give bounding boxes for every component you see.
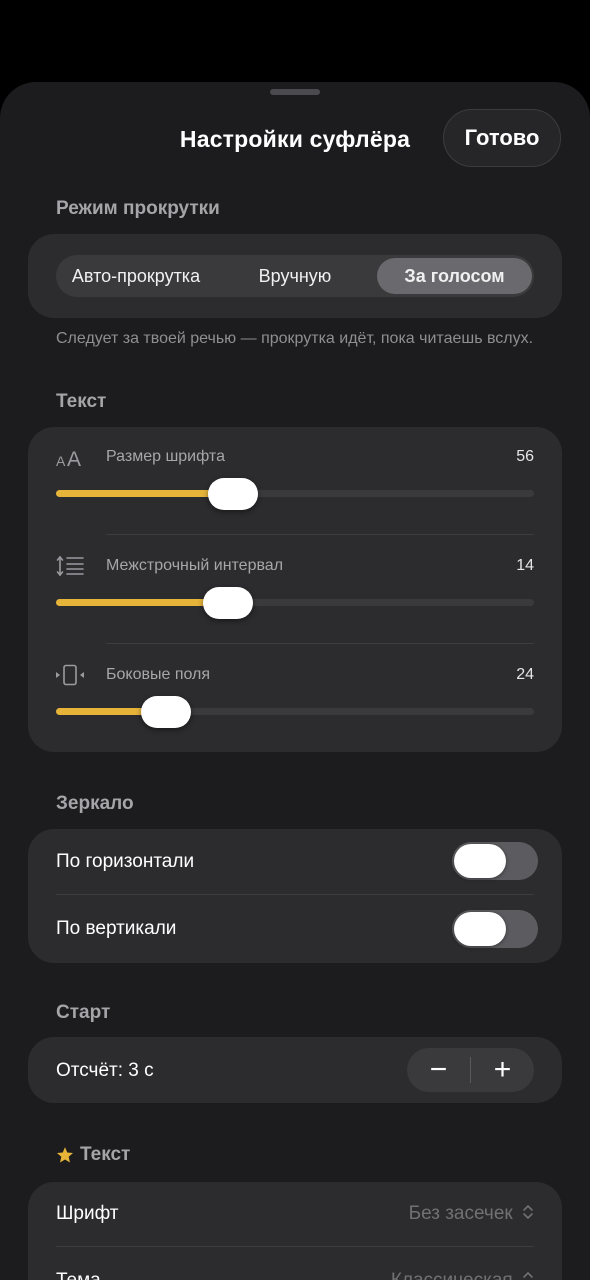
side-margins-icon: [56, 664, 84, 686]
svg-text:A: A: [67, 448, 81, 469]
scroll-mode-manual[interactable]: Вручную: [216, 255, 374, 297]
scroll-mode-segmented-control: Авто-прокрутка Вручную За голосом: [56, 255, 534, 297]
font-picker-value: Без засечек: [408, 1203, 513, 1224]
font-size-slider-fill: [56, 490, 233, 497]
mirror-vertical-label: По вертикали: [56, 918, 177, 939]
font-size-slider[interactable]: [56, 478, 534, 510]
divider: [56, 894, 534, 895]
divider: [56, 1246, 534, 1247]
margins-slider-thumb[interactable]: [140, 696, 191, 728]
text-settings-card: [28, 427, 562, 752]
theme-picker-value: Классическая: [391, 1270, 513, 1280]
text-header: Текст: [56, 391, 107, 412]
margins-label: Боковые поля: [106, 666, 211, 683]
font-size-label: Размер шрифта: [106, 448, 225, 465]
chevron-up-down-icon: [523, 1204, 533, 1220]
toggle-knob: [454, 912, 506, 946]
margins-value: 24: [516, 666, 534, 683]
line-spacing-icon: [56, 555, 84, 577]
done-button[interactable]: Готово: [443, 109, 561, 167]
font-picker-label: Шрифт: [56, 1203, 119, 1224]
countdown-label: Отсчёт: 3 с: [56, 1060, 154, 1081]
settings-sheet: Настройки суфлёра Готово Режим прокрутки…: [0, 82, 590, 1280]
line-spacing-slider[interactable]: [56, 587, 534, 619]
start-header: Старт: [56, 1002, 111, 1023]
mirror-header: Зеркало: [56, 793, 134, 814]
chevron-up-down-icon: [523, 1271, 533, 1278]
font-picker[interactable]: Без засечек: [409, 1203, 534, 1225]
sheet-grabber[interactable]: [270, 89, 320, 95]
line-spacing-label: Межстрочный интервал: [106, 557, 284, 574]
divider: [106, 643, 534, 644]
line-spacing-value: 14: [516, 557, 534, 574]
divider: [106, 534, 534, 535]
font-size-value: 56: [516, 448, 534, 465]
svg-text:A: A: [56, 453, 66, 469]
countdown-stepper: − +: [407, 1048, 534, 1092]
scroll-mode-voice[interactable]: За голосом: [377, 258, 532, 294]
star-icon: [56, 1147, 74, 1163]
toggle-knob: [454, 844, 506, 878]
mirror-horizontal-label: По горизонтали: [56, 851, 195, 872]
margins-slider[interactable]: [56, 696, 534, 728]
decrement-button[interactable]: −: [407, 1048, 470, 1092]
mirror-horizontal-toggle[interactable]: [452, 842, 538, 880]
mirror-vertical-toggle[interactable]: [452, 910, 538, 948]
scroll-mode-auto[interactable]: Авто-прокрутка: [56, 255, 216, 297]
pro-text-header: Текст: [80, 1144, 131, 1165]
pro-text-card: [28, 1182, 562, 1280]
scroll-mode-header: Режим прокрутки: [56, 198, 220, 219]
font-size-slider-thumb[interactable]: [207, 478, 258, 510]
line-spacing-slider-thumb[interactable]: [203, 587, 254, 619]
increment-button[interactable]: +: [471, 1048, 534, 1092]
scroll-mode-hint: Следует за твоей речью — прокрутка идёт,…: [56, 330, 534, 347]
theme-picker[interactable]: Классическая: [391, 1270, 534, 1280]
theme-picker-label: Тема: [56, 1270, 101, 1280]
font-size-icon: A A: [56, 448, 81, 469]
